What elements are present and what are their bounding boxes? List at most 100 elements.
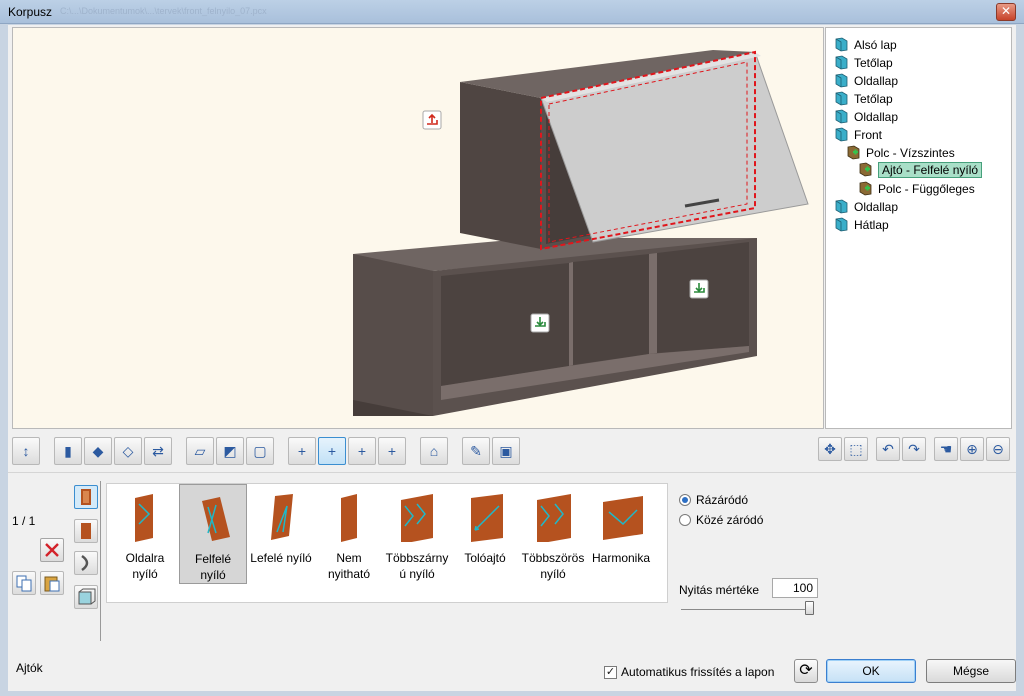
door-type-label-line: Többszörös	[521, 551, 585, 565]
insert-hotspot-icon-left[interactable]	[530, 313, 550, 333]
add-door-button[interactable]: +	[318, 437, 346, 465]
save-icon: ▣	[499, 442, 513, 459]
material-swap-button[interactable]: ⇄	[144, 437, 172, 465]
auto-refresh-checkbox[interactable]: ✓	[604, 665, 617, 679]
box-3d-icon: ⬚	[849, 440, 863, 457]
auto-refresh-option[interactable]: ✓ Automatikus frissítés a lapon	[604, 665, 774, 679]
box-3d-button[interactable]: ⬚	[844, 437, 868, 461]
box-outline-button[interactable]: ▱	[186, 437, 214, 465]
opening-amount-input[interactable]: 100	[772, 578, 818, 598]
sliding-door-option[interactable]: Tolóajtó	[451, 484, 519, 584]
door-type-label-line: Oldalra	[125, 551, 165, 565]
move-button[interactable]: ✥	[818, 437, 842, 461]
panel-icon	[834, 37, 848, 52]
add-drawer-button[interactable]: +	[378, 437, 406, 465]
refresh-button[interactable]: ⟳	[794, 659, 818, 683]
door-type-label-line: nyíló	[132, 567, 158, 581]
wood-panel-button[interactable]: ▮	[54, 437, 82, 465]
blue-panel-button[interactable]: ◆	[84, 437, 112, 465]
ok-button[interactable]: OK	[826, 659, 916, 683]
window-titlebar: Korpusz C:\...\Dokumentumok\...\tervek\f…	[0, 0, 1024, 24]
inset-radio[interactable]	[679, 514, 691, 526]
tree-item[interactable]: Oldallap	[834, 198, 898, 215]
box-blue-button[interactable]: ◩	[216, 437, 244, 465]
opening-amount-slider[interactable]	[681, 609, 811, 610]
panel-icon	[834, 73, 848, 88]
door-category-button[interactable]	[74, 485, 98, 509]
door-type-label-line: nyíló	[540, 567, 566, 581]
multi-leaf-door-option[interactable]: Többszárny ú nyíló	[383, 484, 451, 584]
export-hotspot-icon[interactable]	[422, 110, 442, 130]
glass-panel-button[interactable]: ◇	[114, 437, 142, 465]
cancel-button[interactable]: Mégse	[926, 659, 1016, 683]
tree-item[interactable]: Tetőlap	[834, 54, 893, 71]
copy-button[interactable]	[12, 571, 36, 595]
pan-hand-icon: ☚	[939, 440, 953, 457]
edit-button[interactable]: ✎	[462, 437, 490, 465]
left-column-divider	[100, 481, 101, 641]
add-panel-button[interactable]: +	[288, 437, 316, 465]
paste-icon	[44, 576, 60, 592]
insert-hotspot-icon-right[interactable]	[689, 279, 709, 299]
closing-option-overlay[interactable]: Rázáródó	[679, 493, 748, 507]
tree-item-label: Ajtó - Felfelé nyíló	[878, 161, 983, 178]
move-icon: ✥	[824, 440, 836, 457]
box-gray-button[interactable]: ▢	[246, 437, 274, 465]
dimensions-button[interactable]: ↕	[12, 437, 40, 465]
door-type-label-line: Többszárny	[385, 551, 449, 565]
add-door-icon: +	[327, 443, 337, 459]
door-type-label: Lefelé nyíló	[247, 550, 315, 566]
multiple-opening-door-option[interactable]: Többszörös nyíló	[519, 484, 587, 584]
tree-item[interactable]: Oldallap	[834, 108, 898, 125]
tree-item[interactable]: Front	[834, 126, 882, 143]
add-shelf-button[interactable]: +	[348, 437, 376, 465]
door-type-label-line: Harmonika	[591, 551, 651, 565]
folding-door-option[interactable]: Harmonika	[587, 484, 655, 584]
zoom-in-button[interactable]: ⊕	[960, 437, 984, 461]
tree-item[interactable]: Tetőlap	[834, 90, 893, 107]
door-type-label: Harmonika	[587, 550, 655, 566]
copy-icon	[16, 575, 32, 592]
fixed-door-option[interactable]: Nem nyitható	[315, 484, 383, 584]
multiple-opening-door-icon	[533, 492, 577, 544]
opening-slider-thumb[interactable]	[805, 601, 814, 615]
accessory-icon: ⌂	[429, 443, 439, 459]
tree-item[interactable]: Polc - Vízszintes	[846, 144, 955, 161]
panel-category-button[interactable]	[74, 519, 98, 543]
save-button[interactable]: ▣	[492, 437, 520, 465]
tree-item-label: Tetőlap	[854, 91, 893, 106]
box-gray-icon: ▢	[253, 442, 267, 459]
structure-tree: Alsó lap Tetőlap Oldallap Tetőlap Oldallap Fr…	[825, 27, 1012, 429]
tree-item[interactable]: Oldallap	[834, 72, 898, 89]
redo-icon: ↷	[908, 440, 920, 457]
close-window-button[interactable]: ✕	[996, 3, 1016, 21]
overlay-radio[interactable]	[679, 494, 691, 506]
door-type-label: Többszörös nyíló	[519, 550, 587, 582]
closing-option-inset[interactable]: Közé záródó	[679, 513, 763, 527]
glass-category-button[interactable]	[74, 585, 98, 609]
delete-button[interactable]	[40, 538, 64, 562]
dimensions-icon: ↕	[22, 443, 30, 459]
pan-hand-button[interactable]: ☚	[934, 437, 958, 461]
add-drawer-icon: +	[387, 443, 397, 459]
hinge-category-button[interactable]	[74, 551, 98, 575]
toolbar-separator	[8, 472, 1016, 473]
tree-item[interactable]: Hátlap	[834, 216, 889, 233]
tree-item[interactable]: Polc - Függőleges	[858, 180, 975, 197]
upward-opening-door-option[interactable]: Felfelé nyíló	[179, 484, 247, 584]
undo-button[interactable]: ↶	[876, 437, 900, 461]
downward-opening-door-option[interactable]: Lefelé nyíló	[247, 484, 315, 584]
zoom-out-button[interactable]: ⊖	[986, 437, 1010, 461]
tree-item[interactable]: Alsó lap	[834, 36, 897, 53]
tree-item[interactable]: Ajtó - Felfelé nyíló	[858, 161, 983, 178]
accessory-button[interactable]: ⌂	[420, 437, 448, 465]
side-opening-door-option[interactable]: Oldalra nyíló	[111, 484, 179, 584]
cabinet-3d-viewport[interactable]	[12, 27, 824, 429]
panel-icon	[834, 199, 848, 214]
paste-button[interactable]	[40, 571, 64, 595]
tree-item-label: Front	[854, 127, 883, 142]
redo-button[interactable]: ↷	[902, 437, 926, 461]
